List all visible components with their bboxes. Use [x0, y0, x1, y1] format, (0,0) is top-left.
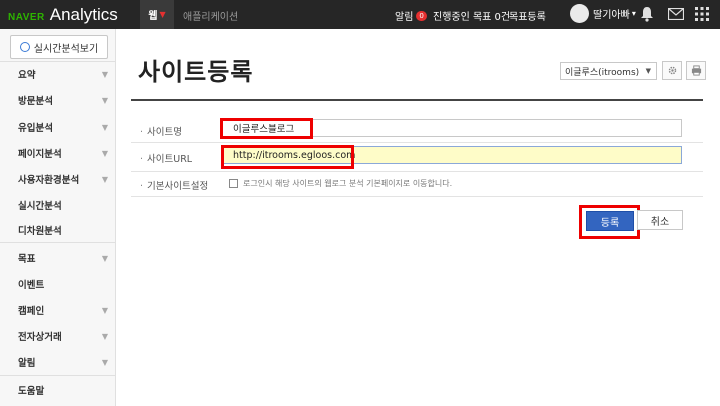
sidebar-item-event[interactable]: 이벤트	[0, 273, 116, 295]
tab-application[interactable]: 애플리케이션	[183, 8, 238, 23]
chevron-down-icon: ▼	[101, 253, 108, 263]
sidebar-divider	[0, 242, 116, 243]
page-title: 사이트등록	[138, 58, 254, 86]
clock-icon	[19, 42, 30, 52]
user-caret: ▾	[631, 9, 636, 18]
chevron-down-icon: ▼	[101, 331, 108, 341]
brand-analytics: Analytics	[49, 5, 118, 24]
chevron-down-icon: ▼	[101, 305, 108, 315]
site-name-label: 사이트명	[140, 124, 182, 138]
print-button[interactable]	[686, 61, 706, 80]
realtime-analysis-label: 실시간분석보기	[33, 43, 99, 55]
sidebar-item-label: 도움말	[18, 386, 45, 397]
site-selector-value: 이글루스(itrooms)	[565, 67, 640, 78]
sidebar-item-label: 방문분석	[18, 96, 53, 107]
chevron-down-icon: ▼	[101, 357, 108, 367]
chevron-down-icon: ▼	[645, 67, 651, 75]
tab-web-label: 웹	[148, 11, 158, 22]
goal-register-link[interactable]: 목표등록	[509, 8, 546, 23]
title-divider	[131, 99, 703, 101]
realtime-analysis-button[interactable]: 실시간분석보기	[10, 35, 108, 59]
default-site-description: 로그인시 해당 사이트의 웹로그 분석 기본페이지로 이동합니다.	[243, 179, 453, 188]
goal-progress-link[interactable]: 진행중인 목표 0건	[433, 8, 510, 23]
highlight-box-site-url	[221, 145, 354, 169]
alarm-link[interactable]: 알림 0	[395, 8, 427, 23]
settings-button[interactable]	[662, 61, 682, 80]
brand-naver: NAVER	[8, 12, 45, 23]
default-site-checkbox[interactable]	[229, 179, 238, 188]
sidebar-item-label: 페이지분석	[18, 149, 62, 160]
highlight-box-site-name	[220, 118, 313, 139]
sidebar-item-user-environment[interactable]: 사용자환경분석 ▼	[0, 168, 116, 190]
sidebar-item-inflow-analysis[interactable]: 유입분석 ▼	[0, 116, 116, 138]
sidebar: 실시간분석보기 요약 ▼ 방문분석 ▼ 유입분석 ▼ 페이지분석 ▼ 사용자환경분석 ▼ …	[0, 29, 116, 406]
sidebar-item-label: 캠페인	[18, 306, 45, 317]
cancel-button[interactable]: 취소	[637, 210, 683, 230]
chevron-down-icon: ▼	[101, 95, 108, 105]
user-name: 딸기아빠	[593, 10, 630, 21]
apps-grid-icon[interactable]	[695, 7, 709, 24]
sidebar-item-label: 유입분석	[18, 123, 53, 134]
form-row-divider	[131, 142, 703, 143]
sidebar-item-label: 요약	[18, 70, 36, 81]
print-icon	[691, 65, 701, 76]
sidebar-item-label: 이벤트	[18, 280, 45, 291]
sidebar-divider	[0, 375, 116, 376]
sidebar-item-ecommerce[interactable]: 전자상거래 ▼	[0, 325, 116, 347]
site-selector-dropdown[interactable]: 이글루스(itrooms) ▼	[560, 62, 657, 80]
sidebar-divider	[0, 61, 116, 62]
top-navigation-bar: NAVER Analytics 웹 ▼ 애플리케이션 알림 0 진행중인 목표 0…	[0, 0, 720, 29]
avatar	[570, 4, 589, 23]
bell-icon[interactable]	[640, 6, 654, 25]
chevron-down-icon: ▼	[101, 174, 108, 184]
alarm-label: 알림	[395, 12, 414, 23]
sidebar-item-label: 디차원분석	[18, 226, 62, 237]
chevron-down-icon: ▼	[101, 122, 108, 132]
sidebar-item-summary[interactable]: 요약 ▼	[0, 63, 116, 85]
brand-logo[interactable]: NAVER Analytics	[8, 5, 118, 25]
tab-web[interactable]: 웹 ▼	[140, 0, 174, 29]
alarm-count-badge: 0	[416, 10, 427, 21]
chevron-down-icon: ▼	[101, 148, 108, 158]
form-row-divider	[131, 171, 703, 172]
chevron-down-icon: ▼	[101, 69, 108, 79]
sidebar-item-realtime-analysis[interactable]: 실시간분석	[0, 194, 116, 216]
sidebar-item-alarm[interactable]: 알림 ▼	[0, 351, 116, 373]
user-menu[interactable]: 딸기아빠 ▾	[570, 4, 636, 23]
sidebar-item-label: 목표	[18, 254, 36, 265]
sidebar-item-multidimensional-analysis[interactable]: 디차원분석	[0, 219, 116, 241]
sidebar-item-label: 사용자환경분석	[18, 175, 80, 186]
sidebar-item-label: 전자상거래	[18, 332, 62, 343]
sidebar-item-help[interactable]: 도움말	[0, 379, 116, 401]
sidebar-item-visit-analysis[interactable]: 방문분석 ▼	[0, 89, 116, 111]
highlight-box-register	[579, 205, 640, 239]
site-url-label: 사이트URL	[140, 151, 192, 165]
default-site-label: 기본사이트설정	[140, 178, 208, 192]
form-row-divider	[131, 196, 703, 197]
sidebar-item-goal[interactable]: 목표 ▼	[0, 247, 116, 269]
gear-icon	[668, 66, 676, 75]
sidebar-item-label: 알림	[18, 358, 36, 369]
mail-icon[interactable]	[667, 7, 685, 23]
sidebar-item-campaign[interactable]: 캠페인 ▼	[0, 299, 116, 321]
sidebar-item-page-analysis[interactable]: 페이지분석 ▼	[0, 142, 116, 164]
chevron-down-icon: ▼	[159, 10, 166, 19]
sidebar-item-label: 실시간분석	[18, 201, 62, 212]
